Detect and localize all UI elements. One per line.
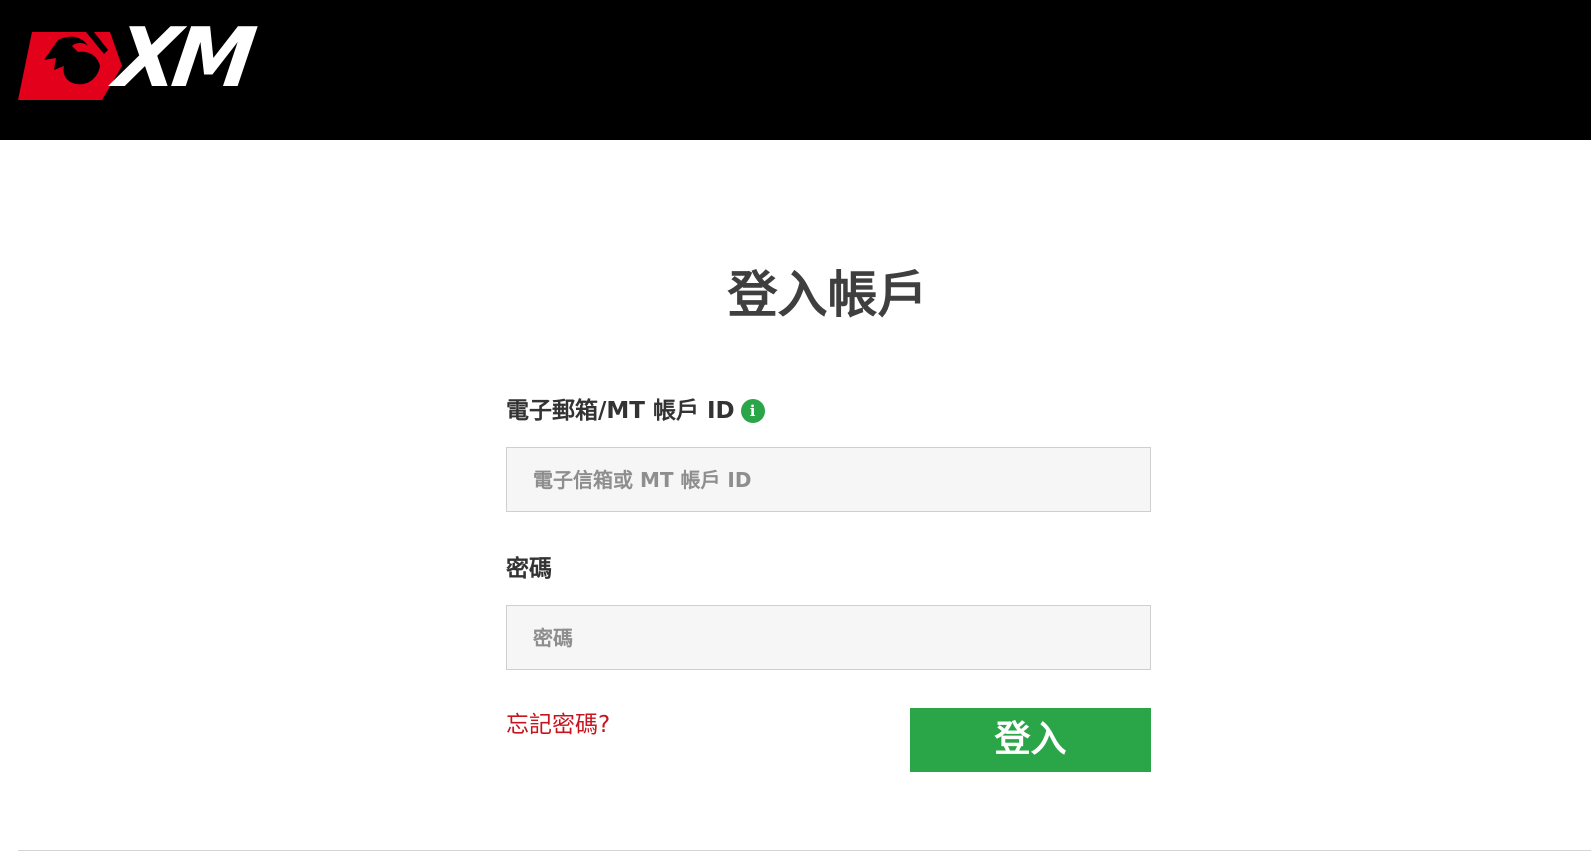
login-button[interactable]: 登入	[910, 708, 1151, 772]
footer-divider	[18, 850, 1591, 851]
account-id-label-text: 電子郵箱/MT 帳戶 ID	[506, 398, 735, 424]
account-id-input[interactable]	[506, 447, 1151, 512]
page-title-text: 登入帳戶	[727, 266, 928, 324]
page-title: 登入帳戶	[0, 262, 1591, 328]
info-icon[interactable]: i	[740, 399, 765, 423]
site-header: XM	[0, 0, 1591, 140]
forgot-password-link[interactable]: 忘記密碼?	[506, 708, 610, 742]
password-label-text: 密碼	[506, 556, 552, 582]
account-id-label: 電子郵箱/MT 帳戶 ID i	[506, 396, 765, 426]
password-input[interactable]	[506, 605, 1151, 670]
logo-wordmark: XM	[109, 11, 256, 106]
password-label: 密碼	[506, 554, 552, 584]
